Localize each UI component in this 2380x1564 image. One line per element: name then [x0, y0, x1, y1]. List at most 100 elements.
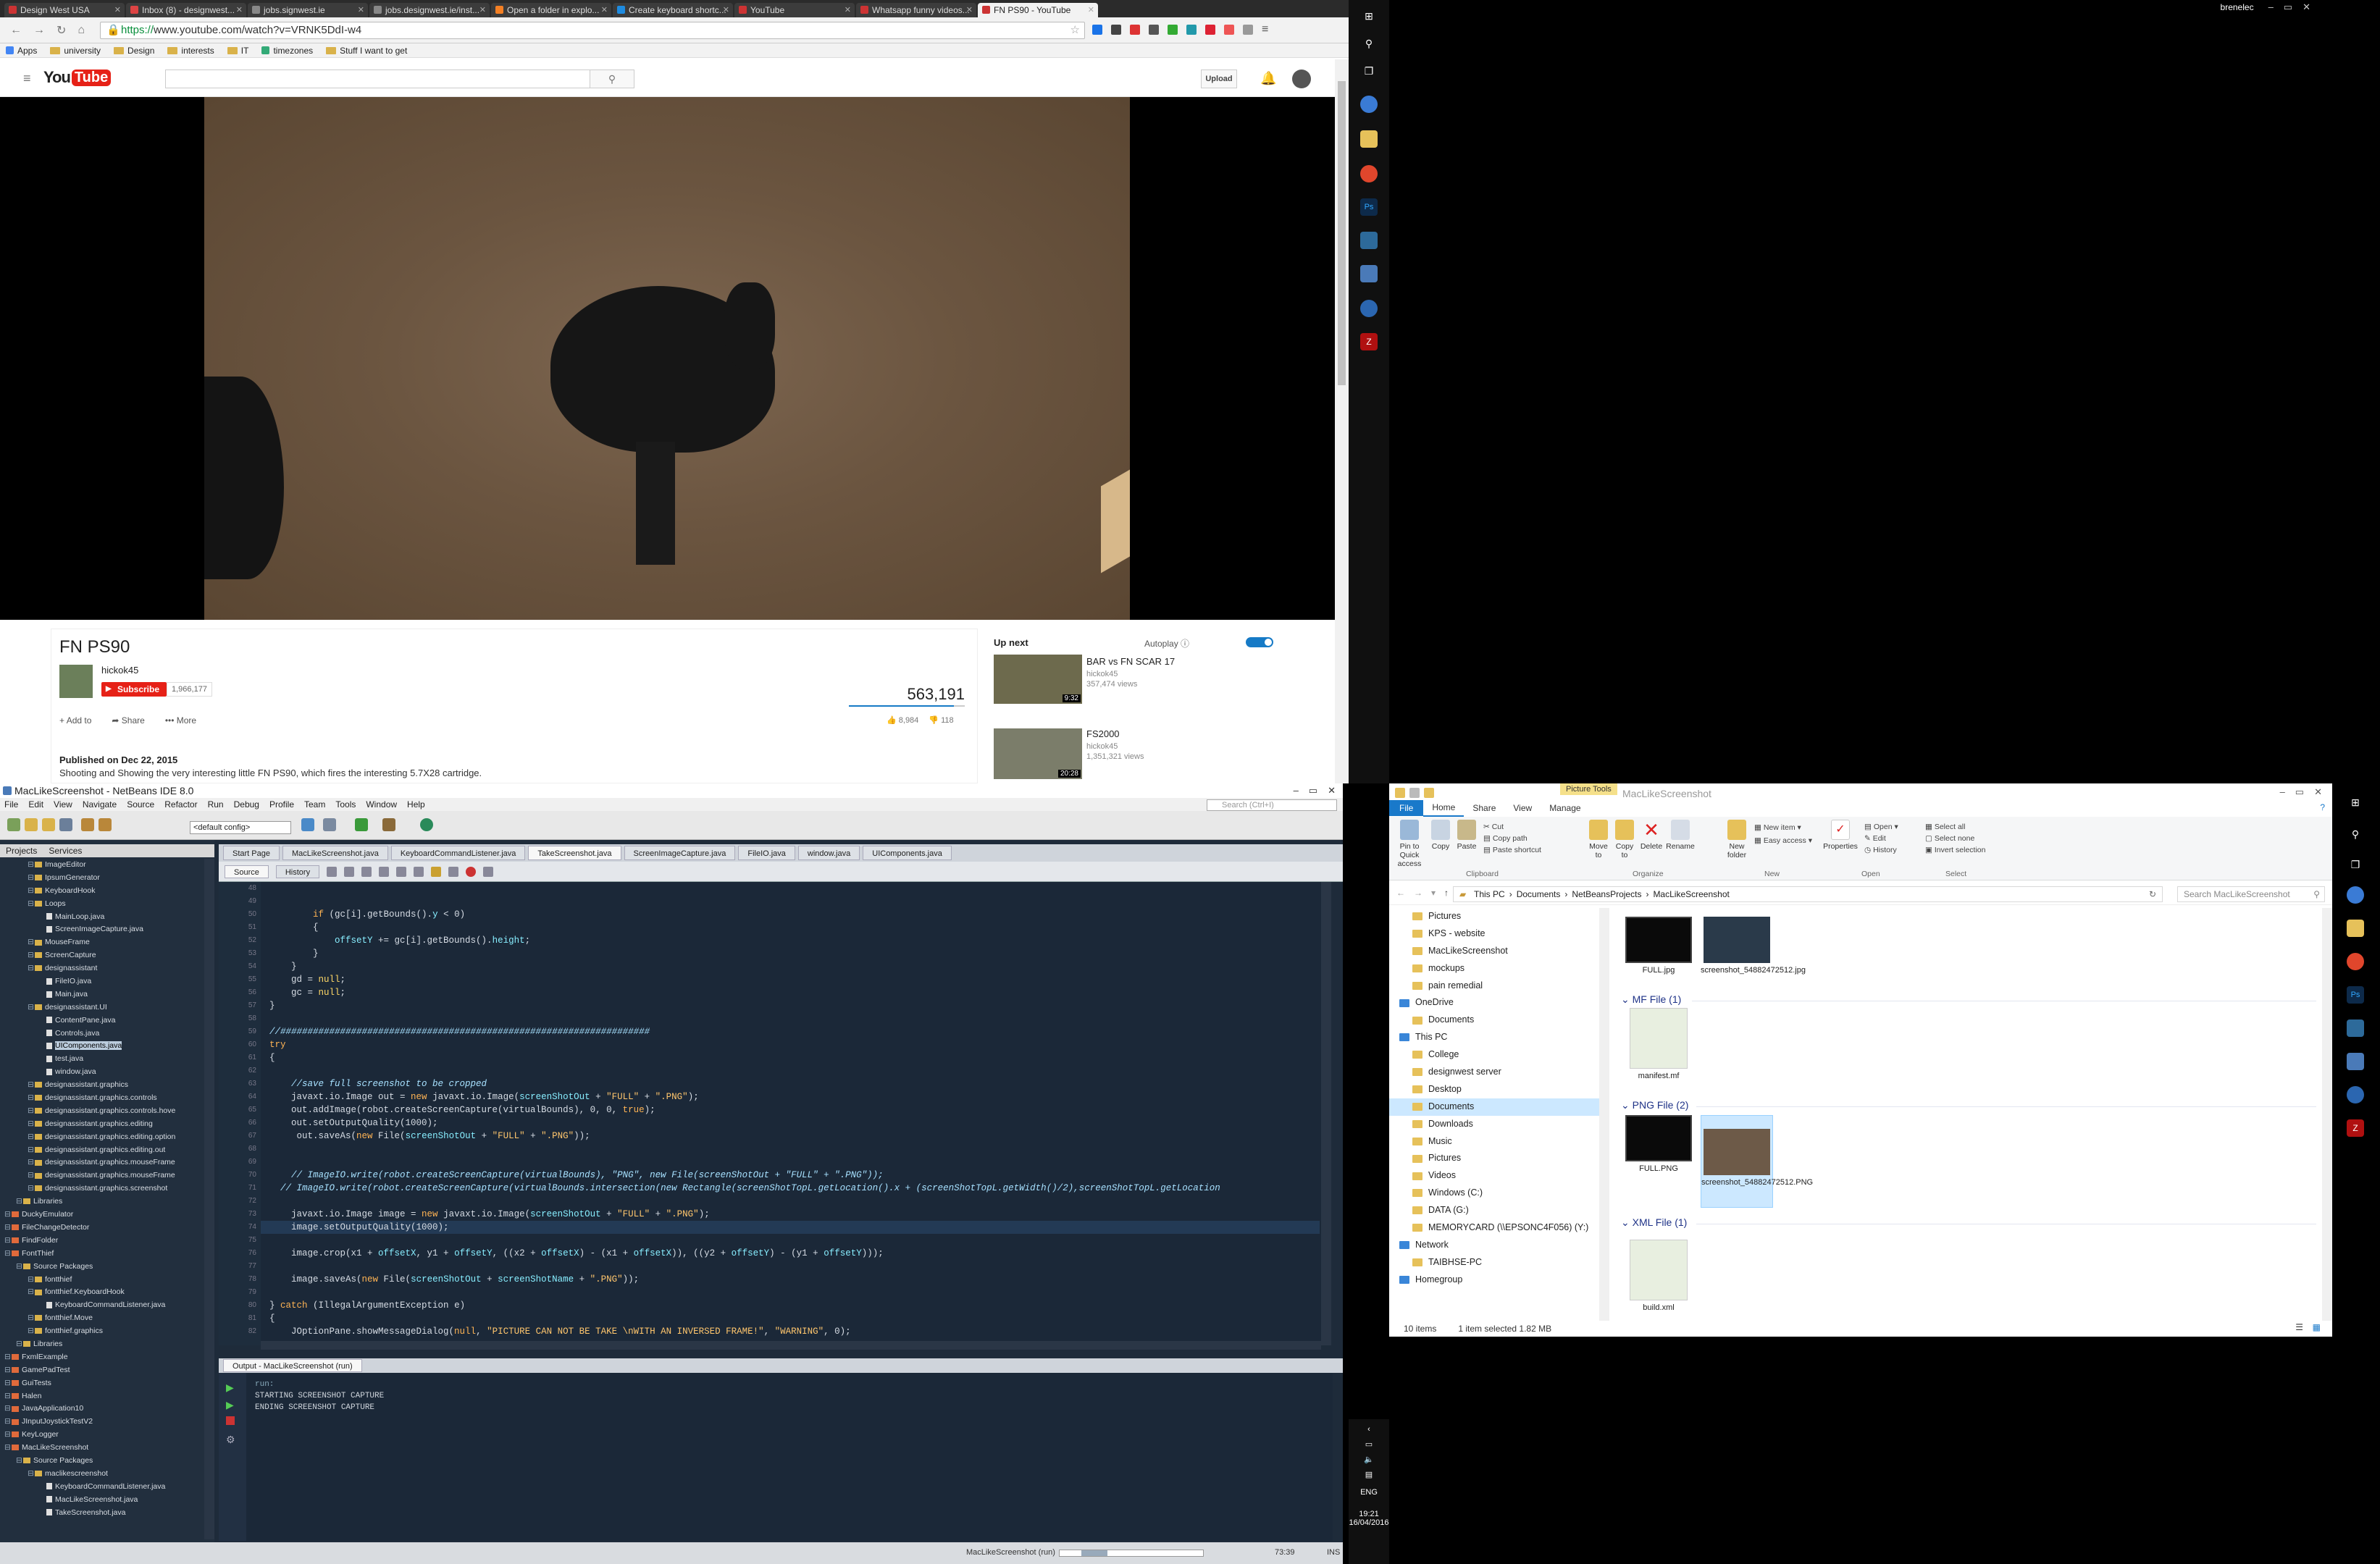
- photoshop-icon[interactable]: Ps: [2347, 986, 2364, 1004]
- editor-tool-icon[interactable]: [414, 866, 424, 877]
- bookmark-folder[interactable]: Stuff I want to get: [326, 46, 407, 56]
- nav-item[interactable]: OneDrive: [1389, 994, 1599, 1012]
- editor-horizontal-scrollbar[interactable]: [261, 1341, 1321, 1350]
- address-bar[interactable]: 🔒 https://www.youtube.com/watch?v=VRNK5D…: [100, 22, 1085, 39]
- tree-toggle-icon[interactable]: ⊟: [16, 1261, 23, 1274]
- bookmark-folder[interactable]: IT: [227, 46, 248, 56]
- tree-toggle-icon[interactable]: ⊟: [28, 1468, 35, 1481]
- tree-node[interactable]: ⊟ IpsumGenerator: [0, 872, 204, 885]
- tree-node[interactable]: TakeScreenshot.java: [0, 1507, 204, 1520]
- store-icon[interactable]: [1360, 232, 1378, 249]
- editor-tool-icon[interactable]: [327, 866, 338, 877]
- more-button[interactable]: ••• More: [165, 715, 196, 726]
- breadcrumb-item[interactable]: MacLikeScreenshot: [1653, 887, 1729, 901]
- tree-node[interactable]: KeyboardCommandListener.java: [0, 1299, 204, 1312]
- input-language[interactable]: ENG: [1349, 1488, 1389, 1497]
- group-header[interactable]: ⌄ XML File (1): [1621, 1216, 1687, 1229]
- nav-item[interactable]: KPS - website: [1389, 925, 1599, 943]
- ribbon-tab-manage[interactable]: Manage: [1541, 800, 1589, 816]
- tree-node[interactable]: ⊟ Libraries: [0, 1195, 204, 1208]
- nav-item[interactable]: Pictures: [1389, 908, 1599, 925]
- browser-tab[interactable]: YouTube ✕: [734, 3, 855, 17]
- tree-node[interactable]: ⊟ MouseFrame: [0, 936, 204, 949]
- forward-icon[interactable]: →: [1414, 888, 1422, 898]
- tree-toggle-icon[interactable]: ⊟: [28, 1118, 35, 1131]
- youtube-logo[interactable]: You Tube: [43, 67, 112, 88]
- maximize-icon[interactable]: ▭: [2284, 1, 2292, 13]
- tree-node[interactable]: ⊟ designassistant: [0, 962, 204, 975]
- editor-tool-icon[interactable]: [361, 866, 372, 877]
- pinterest-icon[interactable]: [1205, 25, 1215, 35]
- tray-chevron-icon[interactable]: ‹: [1349, 1425, 1389, 1434]
- tree-toggle-icon[interactable]: ⊟: [28, 962, 35, 975]
- open-project-icon[interactable]: [42, 818, 55, 831]
- tree-node[interactable]: ⊟ KeyLogger: [0, 1429, 204, 1442]
- close-tab-icon[interactable]: ✕: [358, 3, 364, 17]
- tree-toggle-icon[interactable]: ⊟: [16, 1195, 23, 1208]
- tree-node[interactable]: ⊟ JavaApplication10: [0, 1403, 204, 1416]
- close-icon[interactable]: ✕: [2303, 1, 2310, 13]
- editor-tab[interactable]: ScreenImageCapture.java: [624, 846, 736, 860]
- breadcrumb-item[interactable]: This PC: [1474, 887, 1505, 901]
- tree-toggle-icon[interactable]: ⊟: [28, 898, 35, 911]
- menu-edit[interactable]: Edit: [28, 799, 43, 810]
- tree-node[interactable]: ⊟ Halen: [0, 1390, 204, 1403]
- menu-window[interactable]: Window: [366, 799, 397, 810]
- tree-node[interactable]: ⊟ designassistant.graphics.mouseFrame: [0, 1169, 204, 1182]
- clock-time[interactable]: 19:21: [1349, 1510, 1389, 1518]
- netbeans-icon[interactable]: [1360, 265, 1378, 282]
- calendar-extension-icon[interactable]: [1092, 25, 1102, 35]
- group-header[interactable]: ⌄ MF File (1): [1621, 993, 1681, 1006]
- tree-node[interactable]: ⊟ designassistant.graphics: [0, 1079, 204, 1092]
- tree-node[interactable]: MacLikeScreenshot.java: [0, 1494, 204, 1507]
- tree-node[interactable]: KeyboardCommandListener.java: [0, 1481, 204, 1494]
- tree-node[interactable]: ⊟ FileChangeDetector: [0, 1222, 204, 1235]
- tree-node[interactable]: ScreenImageCapture.java: [0, 923, 204, 936]
- tree-toggle-icon[interactable]: ⊟: [4, 1235, 12, 1248]
- back-icon[interactable]: ←: [10, 24, 22, 37]
- nav-scrollbar[interactable]: [1599, 908, 1609, 1321]
- pin-button[interactable]: Pin to Quick access: [1394, 820, 1425, 868]
- files-scrollbar[interactable]: [2322, 908, 2332, 1321]
- nav-item[interactable]: Downloads: [1389, 1116, 1599, 1133]
- tree-toggle-icon[interactable]: ⊟: [4, 1403, 12, 1416]
- browser-tab[interactable]: jobs.designwest.ie/inst... ✕: [369, 3, 490, 17]
- search-icon[interactable]: ⚲: [2347, 825, 2364, 843]
- maximize-icon[interactable]: ▭: [1309, 783, 1317, 798]
- close-tab-icon[interactable]: ✕: [114, 3, 121, 17]
- explorer-search-input[interactable]: Search MacLikeScreenshot ⚲: [2177, 886, 2325, 902]
- windows-start-icon[interactable]: ⊞: [1360, 7, 1378, 25]
- nav-item[interactable]: Videos: [1389, 1167, 1599, 1185]
- tree-toggle-icon[interactable]: ⊟: [28, 1274, 35, 1287]
- search-icon[interactable]: ⚲: [590, 70, 634, 88]
- editor-vertical-scrollbar[interactable]: [1321, 882, 1331, 1345]
- output-tab[interactable]: Output - MacLikeScreenshot (run): [223, 1359, 362, 1372]
- tree-node[interactable]: ⊟ Libraries: [0, 1338, 204, 1351]
- tree-toggle-icon[interactable]: ⊟: [28, 1169, 35, 1182]
- tree-node[interactable]: ⊟ designassistant.graphics.editing.option: [0, 1131, 204, 1144]
- tab-services[interactable]: Services: [49, 846, 82, 856]
- breadcrumb-item[interactable]: Documents: [1517, 887, 1561, 901]
- editor-tab[interactable]: MacLikeScreenshot.java: [282, 846, 388, 860]
- browser-tab[interactable]: Design West USA ✕: [4, 3, 125, 17]
- tree-toggle-icon[interactable]: ⊟: [28, 936, 35, 949]
- minimize-icon[interactable]: –: [1294, 783, 1299, 798]
- editor-tab[interactable]: Start Page: [223, 846, 280, 860]
- clean-build-icon[interactable]: [323, 818, 336, 831]
- back-icon[interactable]: ←: [1396, 888, 1405, 898]
- running-task[interactable]: MacLikeScreenshot (run): [966, 1548, 1055, 1557]
- channel-avatar[interactable]: [59, 665, 93, 698]
- close-tab-icon[interactable]: ✕: [966, 3, 973, 17]
- menu-tools[interactable]: Tools: [335, 799, 356, 810]
- config-select[interactable]: <default config>: [190, 821, 291, 834]
- menu-file[interactable]: File: [4, 799, 18, 810]
- tree-node[interactable]: FileIO.java: [0, 975, 204, 988]
- tree-toggle-icon[interactable]: ⊟: [16, 1455, 23, 1468]
- tree-toggle-icon[interactable]: ⊟: [28, 1079, 35, 1092]
- properties-button[interactable]: ✓ Properties: [1822, 820, 1859, 851]
- page-scrollbar[interactable]: [1335, 59, 1349, 783]
- browser-tab[interactable]: jobs.signwest.ie ✕: [248, 3, 368, 17]
- copy-path-button[interactable]: ▤ Copy path: [1483, 833, 1541, 844]
- tree-toggle-icon[interactable]: ⊟: [28, 1001, 35, 1014]
- file-item[interactable]: screenshot_54882472512.jpg: [1701, 917, 1806, 975]
